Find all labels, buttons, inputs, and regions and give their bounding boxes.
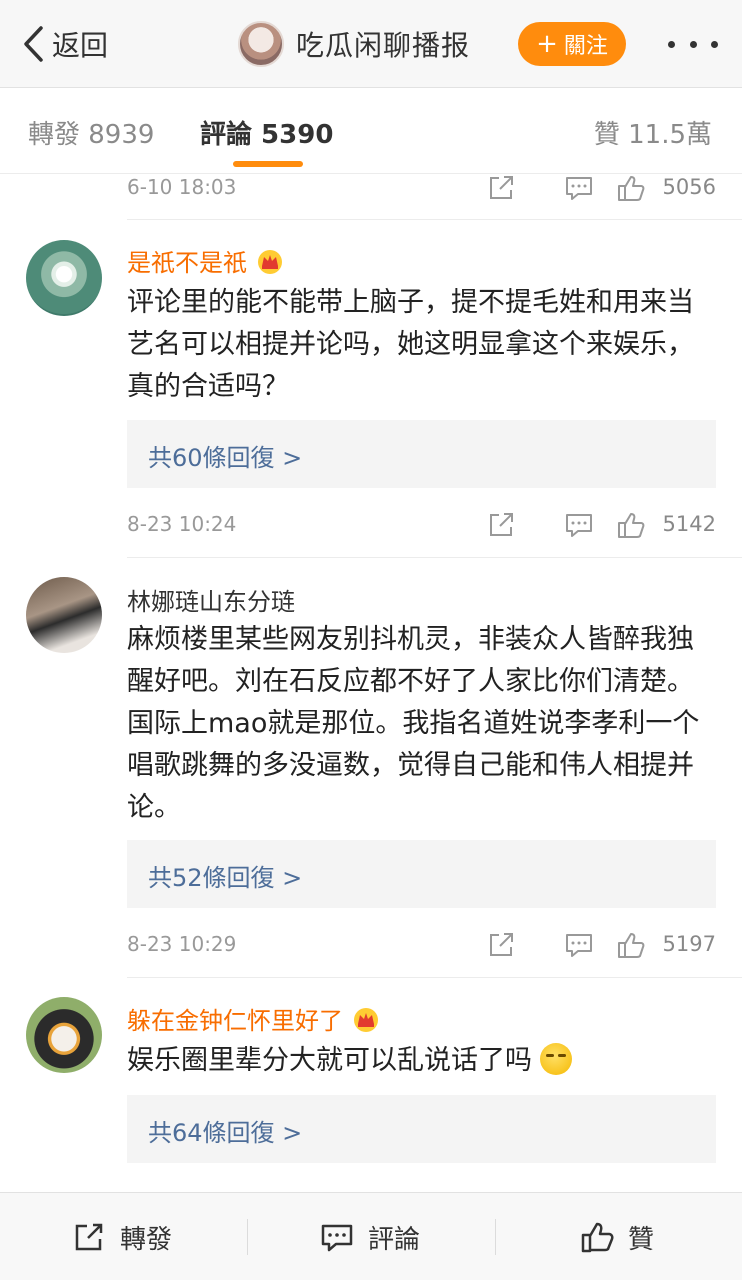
back-button[interactable]: 返回	[22, 22, 108, 66]
tab-comments[interactable]: 評論 5390	[200, 114, 333, 151]
share-icon[interactable]	[486, 175, 516, 203]
like-count: 5197	[662, 932, 716, 956]
divider	[495, 1219, 496, 1255]
author-name: 是祇不是祇	[127, 249, 247, 277]
like-count: 5142	[662, 512, 716, 536]
comment-text: 评论里的能不能带上脑子，提不提毛姓和用来当艺名可以相提并论吗，她这明显拿这个来娱…	[127, 287, 694, 402]
repost-label: 轉發	[120, 1224, 173, 1255]
comment-time: 6-10 18:03	[127, 175, 237, 199]
author-name: 躲在金钟仁怀里好了	[127, 1007, 343, 1035]
like-label: 贊	[628, 1224, 655, 1255]
share-icon	[75, 1223, 103, 1251]
dot-icon	[711, 40, 718, 48]
page-header[interactable]: 吃瓜闲聊播报	[238, 20, 470, 68]
tab-reposts[interactable]: 轉發 8939	[28, 114, 154, 151]
share-icon[interactable]	[486, 510, 516, 540]
thumbs-up-icon[interactable]	[616, 175, 646, 203]
comment-text: 麻烦楼里某些网友别抖机灵，非装众人皆醉我独醒好吧。刘在石反应都不好了人家比你们清…	[127, 624, 700, 823]
comment-icon[interactable]	[564, 930, 594, 960]
avatar[interactable]	[26, 240, 102, 316]
avatar[interactable]	[26, 577, 102, 653]
vip-crown-icon	[354, 1007, 378, 1032]
divider	[247, 1219, 248, 1255]
comment-author[interactable]: 林娜琏山东分琏	[127, 582, 295, 617]
vip-crown-icon	[258, 249, 282, 274]
back-label: 返回	[52, 29, 109, 62]
share-icon[interactable]	[486, 930, 516, 960]
view-replies-button[interactable]: 共52條回復 >	[127, 840, 716, 908]
thumbs-up-icon[interactable]	[616, 510, 646, 540]
chevron-left-icon	[24, 26, 43, 62]
comment-icon[interactable]	[564, 510, 594, 540]
comment-button[interactable]: 評論	[320, 1193, 420, 1280]
page-title: 吃瓜闲聊播报	[296, 29, 471, 62]
comment-meta-row: 8-23 10:29 5197	[127, 932, 716, 962]
comment-time: 8-23 10:29	[127, 932, 237, 956]
like-count: 5056	[662, 175, 716, 199]
replies-link: 共52條回復 >	[148, 864, 303, 892]
view-replies-button[interactable]: 共60條回復 >	[127, 420, 716, 488]
view-replies-button[interactable]: 共64條回復 >	[127, 1095, 716, 1163]
thumbs-up-icon[interactable]	[616, 930, 646, 960]
comment-text-body: 娱乐圈里辈分大就可以乱说话了吗	[127, 1045, 532, 1076]
active-tab-indicator	[233, 161, 303, 167]
comment-time: 8-23 10:24	[127, 512, 237, 536]
replies-link: 共60條回復 >	[148, 444, 303, 472]
dot-icon	[689, 40, 697, 48]
plus-icon: +	[536, 29, 558, 59]
avatar[interactable]	[26, 997, 102, 1073]
comment-author[interactable]: 躲在金钟仁怀里好了	[127, 1001, 381, 1036]
divider	[127, 219, 742, 220]
replies-link: 共64條回復 >	[148, 1119, 303, 1147]
comment-icon[interactable]	[564, 175, 594, 203]
divider	[127, 977, 742, 978]
repost-button[interactable]: 轉發	[72, 1193, 172, 1280]
more-options-button[interactable]	[668, 28, 718, 60]
comment-list[interactable]: 6-10 18:03 5056 是祇不是祇 评论里的能不能带上脑子，提不提毛姓和…	[0, 175, 742, 1193]
comment-label: 評論	[368, 1224, 421, 1255]
smirk-emoji-icon	[540, 1042, 572, 1075]
dot-icon	[668, 40, 675, 48]
comment-text: 娱乐圈里辈分大就可以乱说话了吗	[127, 1040, 712, 1082]
tab-likes[interactable]: 贊 11.5萬	[594, 114, 712, 151]
comment-icon	[321, 1224, 353, 1252]
follow-button[interactable]: + 關注	[518, 22, 626, 66]
divider	[127, 557, 742, 558]
comment-author[interactable]: 是祇不是祇	[127, 243, 285, 278]
account-avatar[interactable]	[238, 21, 284, 67]
comment-meta-row: 8-23 10:24 5142	[127, 512, 716, 542]
thumbs-up-icon	[581, 1222, 614, 1253]
comment-meta-row: 6-10 18:03 5056	[127, 175, 716, 205]
top-nav-bar: 返回 吃瓜闲聊播报 + 關注	[0, 0, 742, 88]
follow-label: 關注	[563, 34, 608, 59]
tab-bar: 轉發 8939 評論 5390 贊 11.5萬	[0, 88, 742, 174]
like-button[interactable]: 贊	[580, 1193, 654, 1280]
author-name: 林娜琏山东分琏	[127, 588, 295, 616]
bottom-action-bar: 轉發 評論 贊	[0, 1192, 742, 1280]
